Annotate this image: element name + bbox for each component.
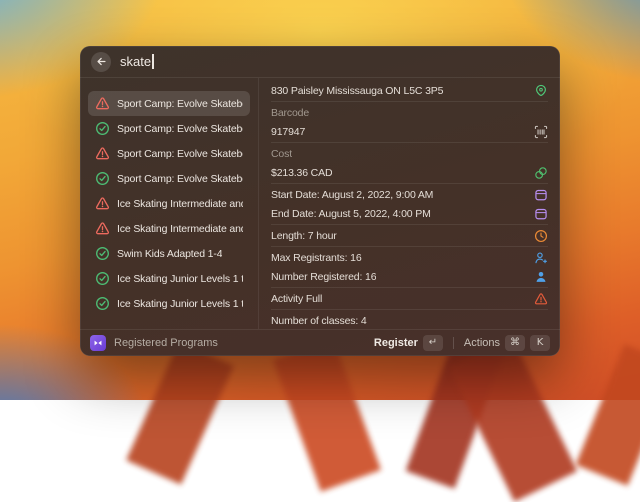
detail-divider: [271, 224, 548, 225]
detail-text: 830 Paisley Mississauga ON L5C 3P5: [271, 84, 444, 97]
text-cursor: [152, 54, 154, 69]
extension-name: Registered Programs: [114, 337, 218, 349]
warning-icon: [95, 96, 110, 111]
list-item[interactable]: Sport Camp: Evolve Skateboard...: [88, 141, 250, 166]
list-item[interactable]: Sport Camp: Evolve Skateboard...: [88, 166, 250, 191]
detail-row: 917947: [271, 122, 548, 141]
detail-text: Barcode: [271, 106, 310, 119]
check-circle-icon: [95, 121, 110, 136]
detail-label-row: Cost: [271, 144, 548, 163]
detail-text: 917947: [271, 125, 306, 138]
detail-divider: [271, 142, 548, 143]
detail-panel: 830 Paisley Mississauga ON L5C 3P5 Barcod…: [258, 78, 560, 329]
k-key-badge: K: [530, 335, 550, 351]
check-circle-icon: [95, 246, 110, 261]
list-item-label: Sport Camp: Evolve Skateboard...: [117, 172, 243, 185]
launcher-window: skate Sport Camp: Evolve Skateboard...Sp…: [80, 46, 560, 356]
list-item[interactable]: Swim Kids Adapted 1-4: [88, 241, 250, 266]
detail-label-row: Barcode: [271, 103, 548, 122]
detail-text: Number of classes: 4: [271, 314, 367, 327]
coins-icon: [534, 166, 548, 180]
calendar-icon: [534, 207, 548, 221]
register-label: Register: [373, 337, 418, 349]
detail-text: Length: 7 hour: [271, 229, 337, 242]
wallpaper-stripe: [126, 341, 234, 485]
detail-row: Max Registrants: 16: [271, 248, 548, 267]
arrow-left-icon: [96, 56, 107, 67]
search-input[interactable]: skate: [120, 54, 154, 69]
detail-text: Cost: [271, 147, 292, 160]
check-circle-icon: [95, 271, 110, 286]
list-item[interactable]: Sport Camp: Evolve Skateboard...: [88, 116, 250, 141]
detail-row: 830 Paisley Mississauga ON L5C 3P5: [271, 81, 548, 100]
detail-divider: [271, 246, 548, 247]
location-pin-icon: [534, 84, 548, 98]
detail-text: $213.36 CAD: [271, 166, 333, 179]
register-button[interactable]: Register ↵: [374, 335, 443, 351]
list-item-label: Sport Camp: Evolve Skateboard...: [117, 97, 243, 110]
list-item[interactable]: Ice Skating Junior Levels 1 to 8...: [88, 291, 250, 316]
warning-icon: [95, 196, 110, 211]
detail-divider: [271, 183, 548, 184]
person-add-icon: [534, 251, 548, 265]
actions-label: Actions: [463, 337, 500, 349]
footer-divider: [452, 337, 454, 349]
warning-icon: [95, 146, 110, 161]
search-bar: skate: [80, 46, 560, 78]
detail-row: Number Registered: 16: [271, 267, 548, 286]
cmd-key-badge: ⌘: [505, 335, 525, 351]
detail-text: Start Date: August 2, 2022, 9:00 AM: [271, 188, 434, 201]
detail-divider: [271, 287, 548, 288]
detail-text: End Date: August 5, 2022, 4:00 PM: [271, 207, 431, 220]
list-item-label: Swim Kids Adapted 1-4: [117, 247, 223, 260]
list-item-label: Sport Camp: Evolve Skateboard...: [117, 147, 243, 160]
clock-icon: [534, 229, 548, 243]
list-item-label: Ice Skating Junior Levels 1 to 8...: [117, 272, 243, 285]
list-item-label: Ice Skating Intermediate and Fig...: [117, 222, 243, 235]
barcode-scan-icon: [534, 125, 548, 139]
content-area: Sport Camp: Evolve Skateboard... Sport Ca…: [80, 78, 560, 329]
wallpaper-stripe: [272, 338, 382, 492]
list-item-label: Sport Camp: Evolve Skateboard...: [117, 122, 243, 135]
action-bar: Registered Programs Register ↵ Actions ⌘…: [80, 329, 560, 356]
list-item[interactable]: Ice Skating Intermediate and Fig...: [88, 216, 250, 241]
detail-divider: [271, 101, 548, 102]
detail-row: End Date: August 5, 2022, 4:00 PM: [271, 204, 548, 223]
detail-row: Number of classes: 4: [271, 311, 548, 329]
list-item[interactable]: Ice Skating Junior Levels 1 to 8...: [88, 266, 250, 291]
results-list: Sport Camp: Evolve Skateboard... Sport Ca…: [80, 78, 258, 329]
warning-icon: [95, 221, 110, 236]
detail-text: Number Registered: 16: [271, 270, 377, 283]
app-logo-icon: [90, 335, 106, 351]
check-circle-icon: [95, 296, 110, 311]
check-circle-icon: [95, 171, 110, 186]
person-icon: [534, 270, 548, 284]
detail-text: Activity Full: [271, 292, 323, 305]
detail-row: Activity Full: [271, 289, 548, 308]
warning-icon: [534, 292, 548, 306]
detail-row: Length: 7 hour: [271, 226, 548, 245]
list-item[interactable]: Sport Camp: Evolve Skateboard...: [88, 91, 250, 116]
return-key-badge: ↵: [422, 335, 443, 351]
list-item[interactable]: Ice Skating Intermediate and Fig...: [88, 191, 250, 216]
detail-divider: [271, 309, 548, 310]
actions-button[interactable]: Actions ⌘ K: [464, 335, 550, 351]
list-item-label: Ice Skating Junior Levels 1 to 8...: [117, 297, 243, 310]
detail-row: $213.36 CAD: [271, 163, 548, 182]
wallpaper-stripe: [575, 344, 640, 486]
search-query: skate: [120, 54, 152, 69]
back-button[interactable]: [91, 51, 111, 72]
detail-text: Max Registrants: 16: [271, 251, 362, 264]
list-item-label: Ice Skating Intermediate and Fig...: [117, 197, 243, 210]
detail-row: Start Date: August 2, 2022, 9:00 AM: [271, 185, 548, 204]
calendar-icon: [534, 188, 548, 202]
